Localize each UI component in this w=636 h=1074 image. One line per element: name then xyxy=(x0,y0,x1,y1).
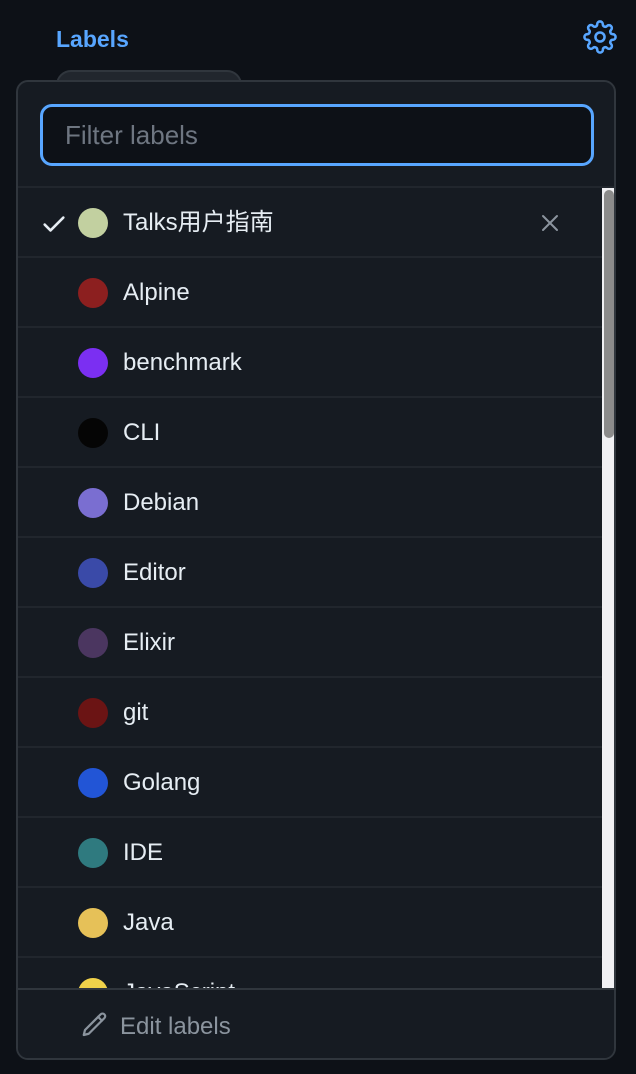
labels-header: Labels xyxy=(0,0,636,100)
label-option-row[interactable]: Talks用户指南 xyxy=(18,188,602,258)
close-icon[interactable] xyxy=(538,211,562,235)
gear-icon[interactable] xyxy=(583,20,617,54)
label-name: Java xyxy=(123,909,174,936)
label-name: Alpine xyxy=(123,279,190,306)
label-color-swatch xyxy=(78,418,108,448)
label-option-row[interactable]: Golang xyxy=(18,748,602,818)
label-option-row[interactable]: Java xyxy=(18,888,602,958)
label-name: benchmark xyxy=(123,349,242,376)
label-color-swatch xyxy=(78,698,108,728)
label-option-row[interactable]: Elixir xyxy=(18,608,602,678)
label-color-swatch xyxy=(78,908,108,938)
label-name: Elixir xyxy=(123,629,175,656)
label-name: Talks用户指南 xyxy=(123,209,274,236)
label-color-swatch xyxy=(78,838,108,868)
filter-labels-input[interactable] xyxy=(40,104,594,166)
label-option-row[interactable]: Debian xyxy=(18,468,602,538)
label-name: Golang xyxy=(123,769,201,796)
pencil-icon xyxy=(82,1012,107,1037)
label-option-row[interactable]: Alpine xyxy=(18,258,602,328)
label-option-row[interactable]: CLI xyxy=(18,398,602,468)
scroll-thumb[interactable] xyxy=(604,190,614,438)
label-color-swatch xyxy=(78,768,108,798)
labels-title[interactable]: Labels xyxy=(56,24,129,54)
label-option-row[interactable]: IDE xyxy=(18,818,602,888)
label-color-swatch xyxy=(78,628,108,658)
label-option-row[interactable]: benchmark xyxy=(18,328,602,398)
label-name: git xyxy=(123,699,149,726)
edit-labels-link[interactable]: Edit labels xyxy=(18,988,614,1058)
label-color-swatch xyxy=(78,488,108,518)
label-option-row[interactable]: JavaScript xyxy=(18,958,602,988)
label-name: Debian xyxy=(123,489,200,516)
label-color-swatch xyxy=(78,558,108,588)
labels-list: Talks用户指南 Alpine benchmark CLI Debian Editor E… xyxy=(18,188,602,988)
label-color-swatch xyxy=(78,278,108,308)
label-name: CLI xyxy=(123,419,161,446)
label-color-swatch xyxy=(78,208,108,238)
label-option-row[interactable]: git xyxy=(18,678,602,748)
label-option-row[interactable]: Editor xyxy=(18,538,602,608)
label-color-swatch xyxy=(78,348,108,378)
label-name: IDE xyxy=(123,839,164,866)
label-name: Editor xyxy=(123,559,186,586)
scrollbar[interactable] xyxy=(602,188,614,988)
label-color-swatch xyxy=(78,978,108,988)
check-icon xyxy=(43,216,65,232)
edit-labels-label: Edit labels xyxy=(120,1013,231,1040)
label-name: JavaScript xyxy=(123,976,235,988)
filter-section xyxy=(18,82,614,188)
labels-dropdown-panel: Talks用户指南 Alpine benchmark CLI Debian Editor E… xyxy=(16,80,616,1060)
